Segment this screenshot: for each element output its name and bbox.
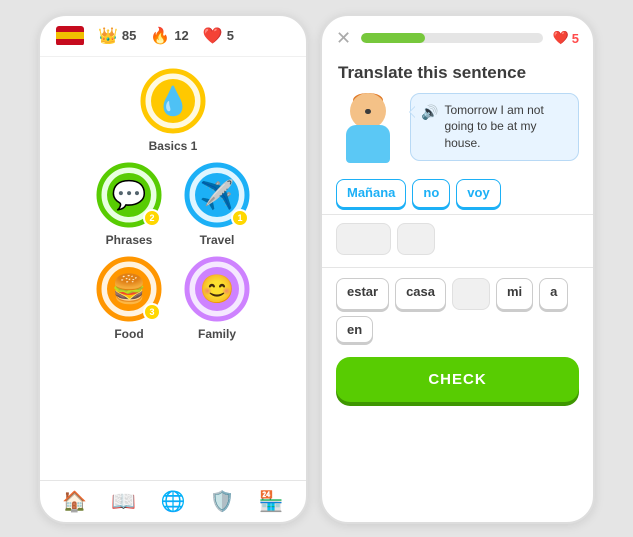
word-casa[interactable]: casa bbox=[395, 278, 446, 310]
hearts-count: 5 bbox=[572, 31, 579, 46]
progress-bar bbox=[361, 33, 542, 43]
travel-label: Travel bbox=[200, 233, 235, 247]
home-icon: 🏠 bbox=[62, 489, 87, 514]
lesson-travel[interactable]: ✈️ 1 Travel bbox=[183, 161, 251, 247]
word-bank: estar casa mi a en bbox=[322, 268, 593, 349]
phrases-label: Phrases bbox=[106, 233, 153, 247]
food-label: Food bbox=[114, 327, 143, 341]
nav-shop[interactable]: 🏪 bbox=[259, 489, 284, 514]
food-circle: 🍔 3 bbox=[95, 255, 163, 323]
lives-display: ❤️ 5 bbox=[553, 30, 579, 46]
hearts-stat: ❤️ 5 bbox=[203, 26, 234, 46]
lessons-area: 💧 Basics 1 💬 2 Phrases bbox=[40, 57, 306, 480]
speech-area: 🔊 Tomorrow I am not going to be at my ho… bbox=[322, 93, 593, 173]
lesson-food[interactable]: 🍔 3 Food bbox=[95, 255, 163, 341]
xp-stat: 👑 85 bbox=[98, 26, 136, 46]
word-manana[interactable]: Mañana bbox=[336, 179, 406, 208]
empty-answer-area bbox=[322, 215, 593, 268]
shop-icon: 🏪 bbox=[259, 489, 284, 514]
exercise-title: Translate this sentence bbox=[322, 57, 593, 93]
speech-bubble: 🔊 Tomorrow I am not going to be at my ho… bbox=[410, 93, 579, 161]
lesson-basics1[interactable]: 💧 Basics 1 bbox=[139, 67, 207, 153]
lesson-family[interactable]: 😊 Family bbox=[183, 255, 251, 341]
nav-books[interactable]: 📖 bbox=[111, 489, 136, 514]
bottom-nav: 🏠 📖 🌐 🛡️ 🏪 bbox=[40, 480, 306, 522]
word-a[interactable]: a bbox=[539, 278, 568, 310]
nav-home[interactable]: 🏠 bbox=[62, 489, 87, 514]
phrases-icon: 💬 bbox=[112, 178, 147, 211]
travel-circle: ✈️ 1 bbox=[183, 161, 251, 229]
word-en[interactable]: en bbox=[336, 316, 373, 343]
char-body bbox=[346, 125, 390, 163]
family-circle: 😊 bbox=[183, 255, 251, 323]
nav-globe[interactable]: 🌐 bbox=[161, 489, 186, 514]
basics1-circle: 💧 bbox=[139, 67, 207, 135]
empty-slot-2 bbox=[397, 223, 435, 255]
nav-shield[interactable]: 🛡️ bbox=[210, 489, 235, 514]
travel-badge: 1 bbox=[231, 209, 249, 227]
word-no[interactable]: no bbox=[412, 179, 450, 208]
travel-icon: ✈️ bbox=[200, 178, 235, 211]
char-head bbox=[350, 93, 386, 129]
phrases-circle: 💬 2 bbox=[95, 161, 163, 229]
speaker-icon[interactable]: 🔊 bbox=[421, 103, 438, 123]
empty-slot-1 bbox=[336, 223, 391, 255]
empty-slot-3 bbox=[452, 278, 490, 310]
crown-icon: 👑 bbox=[98, 26, 118, 46]
character bbox=[336, 93, 400, 163]
fire-icon: 🔥 bbox=[150, 26, 170, 46]
close-button[interactable]: ✕ bbox=[336, 28, 351, 49]
hearts-value: 5 bbox=[227, 28, 234, 43]
heart-icon: ❤️ bbox=[203, 26, 223, 46]
basics1-icon: 💧 bbox=[156, 84, 191, 117]
word-mi[interactable]: mi bbox=[496, 278, 533, 310]
family-icon: 😊 bbox=[200, 272, 235, 305]
progress-fill bbox=[361, 33, 425, 43]
exercise-header: ✕ ❤️ 5 bbox=[322, 16, 593, 57]
basics1-label: Basics 1 bbox=[149, 139, 198, 153]
right-phone: ✕ ❤️ 5 Translate this sentence 🔊 bbox=[320, 14, 595, 524]
books-icon: 📖 bbox=[111, 489, 136, 514]
left-phone: 👑 85 🔥 12 ❤️ 5 bbox=[38, 14, 308, 524]
lesson-row-1: 💧 Basics 1 bbox=[139, 67, 207, 153]
xp-value: 85 bbox=[122, 28, 136, 43]
word-estar[interactable]: estar bbox=[336, 278, 389, 310]
lesson-row-2: 💬 2 Phrases ✈️ 1 Travel bbox=[95, 161, 251, 247]
streak-value: 12 bbox=[174, 28, 188, 43]
globe-icon: 🌐 bbox=[161, 489, 186, 514]
lesson-phrases[interactable]: 💬 2 Phrases bbox=[95, 161, 163, 247]
phrases-badge: 2 bbox=[143, 209, 161, 227]
flag-icon bbox=[56, 26, 84, 46]
word-voy[interactable]: voy bbox=[456, 179, 500, 208]
top-bar: 👑 85 🔥 12 ❤️ 5 bbox=[40, 16, 306, 57]
food-badge: 3 bbox=[143, 303, 161, 321]
answer-words-row: Mañana no voy bbox=[322, 173, 593, 215]
char-eye-right bbox=[365, 109, 370, 114]
shield-icon: 🛡️ bbox=[210, 489, 235, 514]
streak-stat: 🔥 12 bbox=[150, 26, 188, 46]
family-label: Family bbox=[198, 327, 236, 341]
lesson-row-3: 🍔 3 Food 😊 Family bbox=[95, 255, 251, 341]
check-button[interactable]: CHECK bbox=[336, 357, 579, 402]
speech-text: Tomorrow I am not going to be at my hous… bbox=[444, 102, 568, 152]
heart-icon-right: ❤️ bbox=[553, 30, 569, 46]
food-icon: 🍔 bbox=[112, 272, 147, 305]
